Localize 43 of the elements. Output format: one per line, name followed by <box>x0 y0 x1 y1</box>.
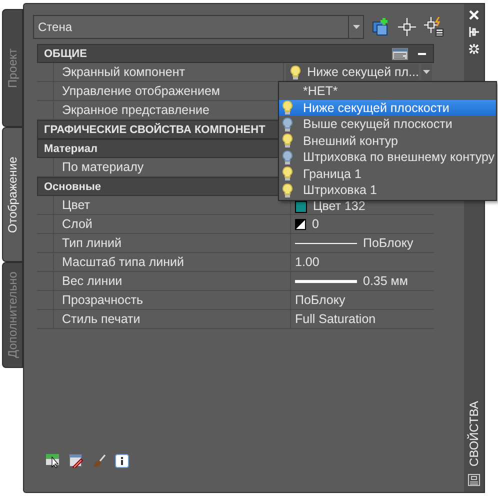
category-title: Основные <box>44 180 101 192</box>
pin-icon[interactable] <box>469 27 479 37</box>
property-value: 1.00 <box>295 255 320 269</box>
property-label: Слой <box>54 215 291 233</box>
property-label: Вес линии <box>54 272 291 290</box>
property-label: Тип линий <box>54 234 291 252</box>
select-similar-icon[interactable] <box>46 454 60 468</box>
category-title: ГРАФИЧЕСКИЕ СВОЙСТВА КОМПОНЕНТ <box>44 124 266 136</box>
edit-table-icon[interactable] <box>69 454 83 468</box>
display-component-combo[interactable]: Ниже секущей пл... <box>286 64 419 80</box>
lineweight-sample <box>295 280 357 282</box>
list-view-icon[interactable] <box>392 48 408 60</box>
property-value: 0.35 мм <box>363 274 408 288</box>
category-header[interactable]: ОБЩИЕ <box>37 44 434 63</box>
property-label: Масштаб типа линий <box>54 253 291 271</box>
property-value: ПоБлоку <box>295 293 346 307</box>
select-objects-icon[interactable] <box>424 17 444 37</box>
category-title: Материал <box>44 142 98 154</box>
settings-icon[interactable] <box>469 44 479 54</box>
caret-icon <box>423 70 430 74</box>
category-title: ОБЩИЕ <box>44 48 87 60</box>
caret-icon <box>352 25 360 29</box>
brush-icon[interactable] <box>92 454 106 468</box>
dropdown-option[interactable]: Ниже секущей плоскости <box>279 100 496 116</box>
property-value: Цвет 132 <box>313 199 366 213</box>
side-tab[interactable]: Дополнительно <box>2 262 23 368</box>
linetype-sample <box>295 242 357 244</box>
property-label: Прозрачность <box>54 291 291 309</box>
dropdown-button[interactable] <box>421 64 432 80</box>
property-value: ПоБлоку <box>363 236 414 250</box>
property-label: Стиль печати <box>54 310 291 328</box>
property-value: 0 <box>312 217 319 231</box>
property-value: Full Saturation <box>295 312 376 326</box>
info-icon[interactable] <box>115 454 129 468</box>
crosshair-icon[interactable] <box>398 18 416 36</box>
palette-title: СВОЙСТВА <box>467 400 481 466</box>
properties-icon[interactable] <box>468 474 480 486</box>
side-tab[interactable]: Проект <box>2 9 23 127</box>
layer-icon <box>295 218 306 230</box>
close-icon[interactable] <box>469 10 479 20</box>
side-tab[interactable]: Отображение <box>2 127 23 262</box>
object-type-dropdown[interactable]: Стена <box>33 15 364 39</box>
quick-select-icon[interactable] <box>372 18 390 36</box>
